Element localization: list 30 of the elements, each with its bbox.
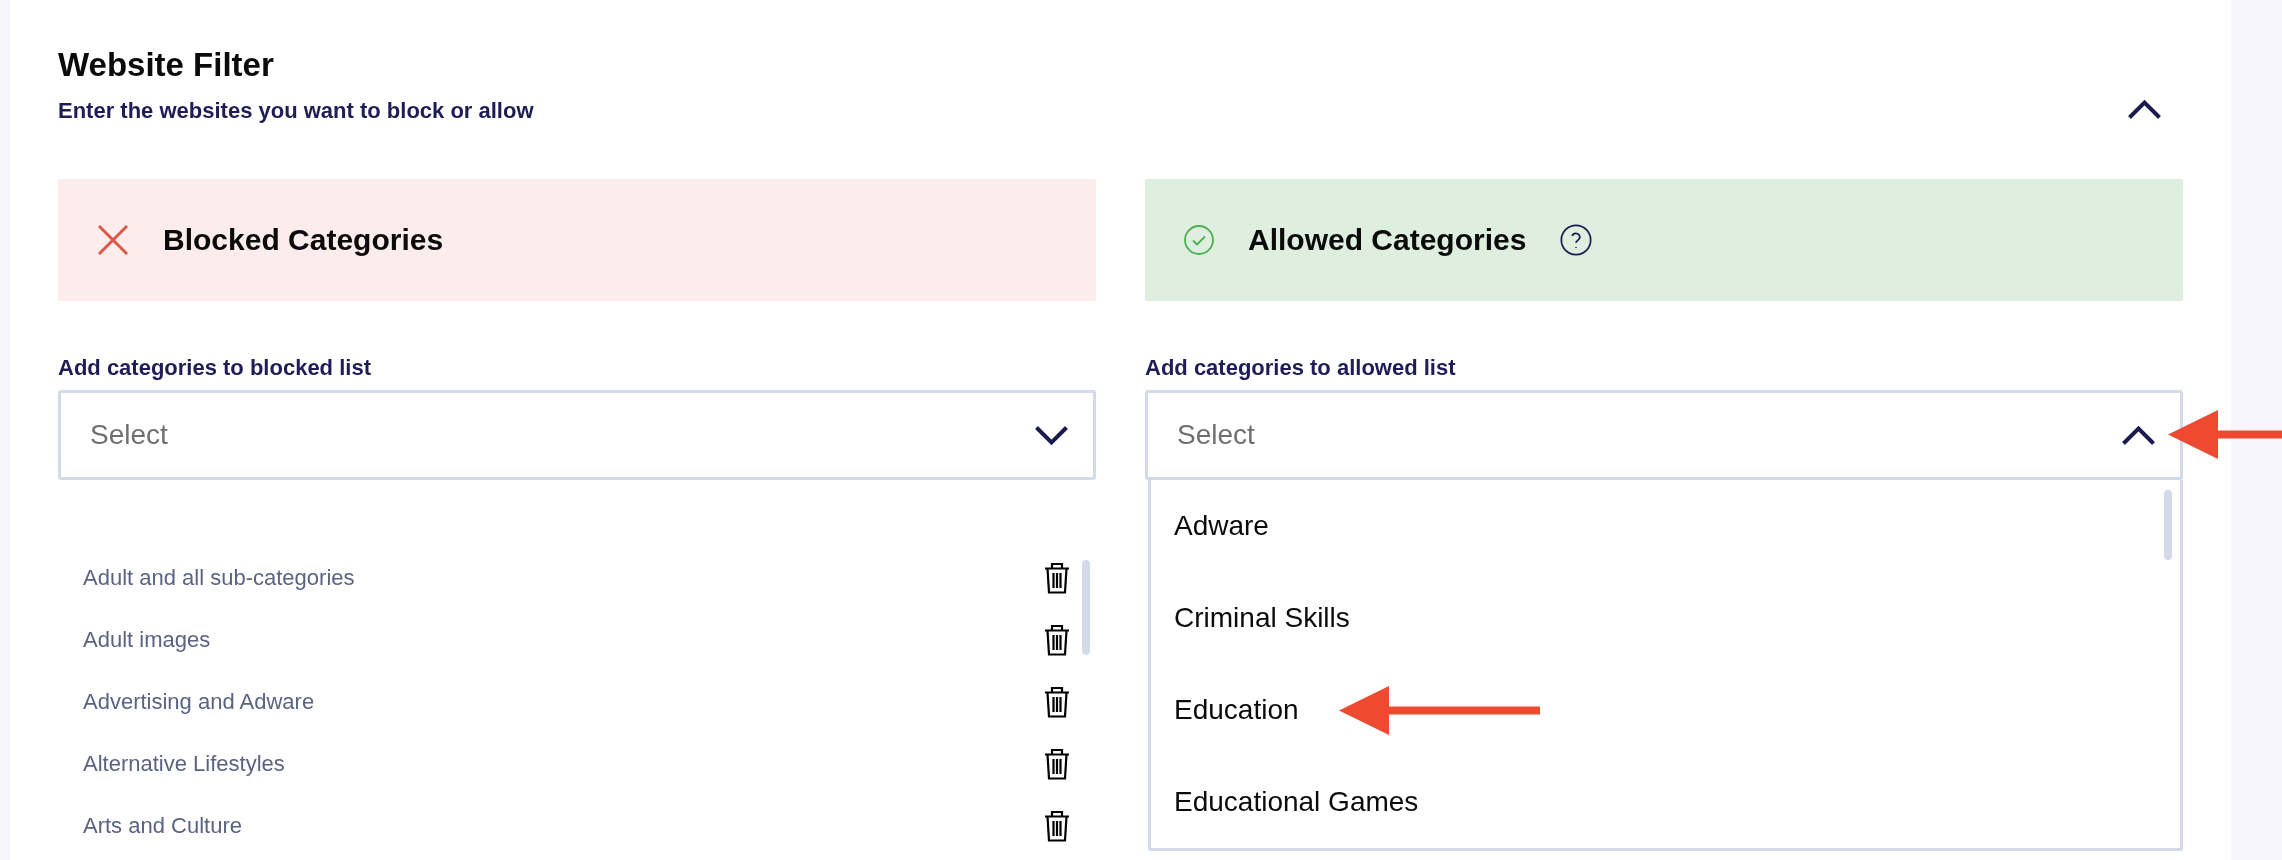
chevron-down-icon[interactable] [1034,424,1069,446]
dropdown-option[interactable]: Education [1174,693,1299,727]
trash-icon[interactable] [1044,686,1070,718]
trash-icon[interactable] [1044,562,1070,594]
chevron-up-icon[interactable] [2127,99,2162,120]
section-title: Website Filter [58,45,275,85]
field-label: Add categories to blocked list [58,354,371,382]
category-select[interactable]: Select [1145,390,2183,480]
trash-icon[interactable] [1044,810,1070,842]
category-name: Arts and Culture [83,812,242,840]
field-label: Add categories to allowed list [1145,354,1456,382]
category-name: Advertising and Adware [83,688,315,716]
dropdown-option[interactable]: Criminal Skills [1174,601,1350,635]
panel-title: Blocked Categories [163,222,444,258]
dropdown-option[interactable]: Adware [1174,509,1269,543]
scrollbar-thumb[interactable] [2164,490,2172,560]
category-select[interactable]: Select [58,390,1096,480]
category-name: Adult images [83,626,211,654]
chevron-up-icon[interactable] [2121,424,2156,446]
x-icon [97,224,129,256]
trash-icon[interactable] [1044,624,1070,656]
trash-icon[interactable] [1044,748,1070,780]
category-name: Alternative Lifestyles [83,750,285,778]
check-circle-icon [1184,225,1214,255]
dropdown-option[interactable]: Educational Games [1174,785,1419,819]
scrollbar-thumb[interactable] [1082,560,1090,655]
help-icon[interactable] [1560,224,1593,256]
section-subtitle: Enter the websites you want to block or allow [58,97,534,125]
category-name: Adult and all sub-categories [83,564,355,592]
panel-title: Allowed Categories [1248,222,1527,258]
